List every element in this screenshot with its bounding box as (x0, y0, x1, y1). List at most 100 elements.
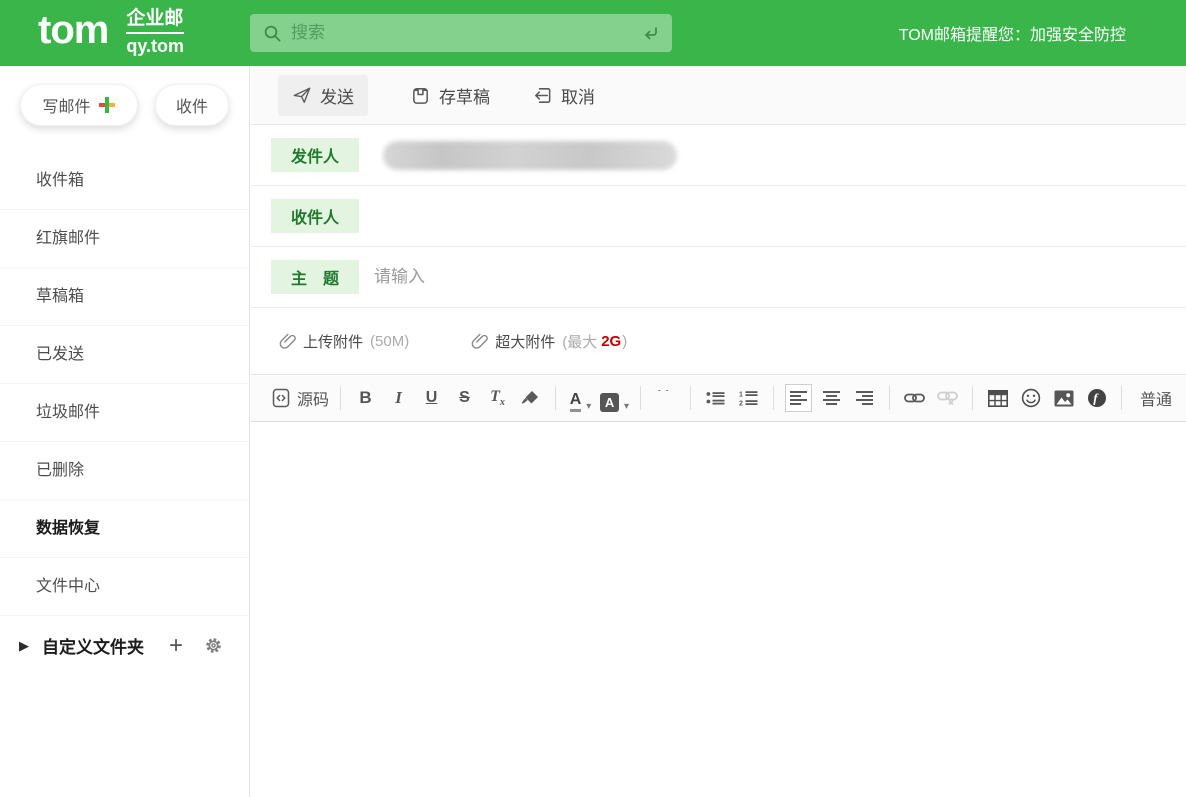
sidebar-nav: 收件箱 红旗邮件 草稿箱 已发送 垃圾邮件 已删除 数据恢复 文件中心 ▶ 自定… (0, 152, 249, 675)
upload-attachment-button[interactable]: 上传附件 (50M) (279, 331, 409, 352)
paragraph-format-dropdown[interactable]: 普通 (1140, 386, 1172, 410)
paperclip-icon (279, 332, 296, 350)
sidebar-item-drafts[interactable]: 草稿箱 (0, 268, 249, 326)
toolbar-separator (972, 386, 973, 410)
subject-label: 主 题 (271, 260, 359, 294)
search-box[interactable] (250, 14, 672, 52)
toolbar-separator (889, 386, 890, 410)
bold-icon[interactable]: B (352, 384, 379, 412)
recipient-input[interactable] (374, 206, 1166, 226)
return-arrow-icon (532, 85, 553, 106)
add-folder-icon[interactable]: + (169, 634, 183, 658)
save-draft-label: 存草稿 (439, 83, 490, 108)
sidebar-buttons: 写邮件 收件 (0, 66, 249, 126)
search-icon (263, 24, 282, 43)
chevron-down-icon: ▾ (624, 401, 629, 412)
upload-attachment-label: 上传附件 (303, 331, 363, 352)
toolbar-separator (340, 386, 341, 410)
cancel-label: 取消 (561, 83, 595, 108)
to-label: 收件人 (271, 199, 359, 233)
custom-folder-row: ▶ 自定义文件夹 + (0, 616, 249, 675)
chevron-down-icon: ▾ (586, 401, 591, 412)
tom-logo: tom (38, 10, 108, 56)
format-painter-icon[interactable] (517, 384, 544, 412)
save-draft-button[interactable]: 存草稿 (410, 83, 490, 108)
emoji-icon[interactable] (1017, 384, 1044, 412)
insert-table-icon[interactable] (984, 384, 1011, 412)
send-button[interactable]: 发送 (278, 75, 368, 116)
large-attachment-label: 超大附件 (495, 331, 555, 352)
svg-text:2: 2 (739, 400, 743, 406)
insert-link-icon[interactable] (901, 384, 928, 412)
italic-icon[interactable]: I (385, 384, 412, 412)
align-right-button[interactable] (851, 384, 878, 412)
brand-line1: 企业邮 (126, 9, 184, 34)
draft-box-icon (410, 85, 431, 106)
sidebar-item-sent[interactable]: 已发送 (0, 326, 249, 384)
toolbar-separator (773, 386, 774, 410)
sidebar: 写邮件 收件 收件箱 红旗邮件 草稿箱 已发送 垃圾邮件 已删除 数据恢复 文件… (0, 66, 250, 797)
cancel-button[interactable]: 取消 (532, 83, 595, 108)
sidebar-item-deleted[interactable]: 已删除 (0, 442, 249, 500)
attachment-row: 上传附件 (50M) 超大附件 (最大 2G ) (251, 308, 1186, 374)
bg-color-glyph: A (600, 393, 619, 412)
large-attachment-button[interactable]: 超大附件 (最大 2G ) (471, 331, 627, 352)
message-body-editor[interactable] (251, 422, 1186, 797)
subject-input[interactable] (374, 267, 1166, 287)
subject-row: 主 题 (251, 247, 1186, 308)
receive-button[interactable]: 收件 (155, 84, 229, 126)
sidebar-item-inbox[interactable]: 收件箱 (0, 152, 249, 210)
align-center-button[interactable] (818, 384, 845, 412)
receive-button-label: 收件 (176, 93, 208, 117)
toolbar-separator (1121, 386, 1122, 410)
source-code-button[interactable]: 源码 (272, 384, 329, 412)
strikethrough-icon[interactable]: S (451, 384, 478, 412)
text-color-glyph: A (570, 392, 582, 412)
large-attachment-prefix: (最大 (562, 331, 597, 352)
sender-address-redacted (383, 141, 677, 170)
send-button-label: 发送 (320, 83, 354, 108)
richtext-toolbar: 源码 B I U S Tx A ▾ A ▾ ” 12 (251, 374, 1186, 422)
enter-key-icon[interactable] (640, 23, 660, 43)
sidebar-item-flagged[interactable]: 红旗邮件 (0, 210, 249, 268)
toolbar-separator (690, 386, 691, 410)
paper-plane-icon (292, 85, 312, 105)
custom-folder-label[interactable]: 自定义文件夹 (42, 633, 144, 658)
remove-link-icon[interactable] (934, 384, 961, 412)
toolbar-separator (640, 386, 641, 410)
large-attachment-size: 2G (601, 333, 621, 350)
flash-media-icon[interactable]: f (1083, 384, 1110, 412)
text-color-button[interactable]: A ▾ (567, 384, 594, 412)
brand-line2: qy.tom (126, 37, 184, 57)
sidebar-item-spam[interactable]: 垃圾邮件 (0, 384, 249, 442)
compose-button-label: 写邮件 (42, 93, 90, 117)
bulleted-list-icon[interactable] (702, 384, 729, 412)
compose-action-bar: 发送 存草稿 取消 (251, 66, 1186, 125)
compose-button[interactable]: 写邮件 (20, 84, 138, 126)
compose-pane: 发送 存草稿 取消 发件人 收件人 主 题 上传附件 (251, 66, 1186, 797)
toolbar-separator (555, 386, 556, 410)
underline-icon[interactable]: U (418, 384, 445, 412)
blockquote-icon[interactable]: ” (652, 384, 679, 412)
insert-image-icon[interactable] (1050, 384, 1077, 412)
paperclip-icon (471, 332, 488, 350)
from-row: 发件人 (251, 125, 1186, 186)
brand-lockup: 企业邮 qy.tom (126, 9, 184, 57)
large-attachment-suffix: ) (622, 333, 627, 350)
security-notice: TOM邮箱提醒您：加强安全防控 (899, 21, 1126, 45)
bg-color-button[interactable]: A ▾ (600, 384, 629, 412)
compose-plus-icon (98, 96, 116, 114)
expand-triangle-icon[interactable]: ▶ (19, 638, 29, 654)
folder-settings-gear-icon[interactable] (204, 636, 223, 655)
remove-format-icon[interactable]: Tx (484, 384, 511, 412)
source-code-label: 源码 (297, 386, 329, 410)
upload-attachment-limit: (50M) (370, 333, 409, 350)
sidebar-item-file-center[interactable]: 文件中心 (0, 558, 249, 616)
numbered-list-icon[interactable]: 12 (735, 384, 762, 412)
svg-text:1: 1 (739, 391, 743, 398)
sidebar-item-data-recovery[interactable]: 数据恢复 (0, 500, 249, 558)
to-row: 收件人 (251, 186, 1186, 247)
align-left-button[interactable] (785, 384, 812, 412)
search-input[interactable] (291, 23, 640, 43)
app-header: tom 企业邮 qy.tom TOM邮箱提醒您：加强安全防控 (0, 0, 1186, 66)
